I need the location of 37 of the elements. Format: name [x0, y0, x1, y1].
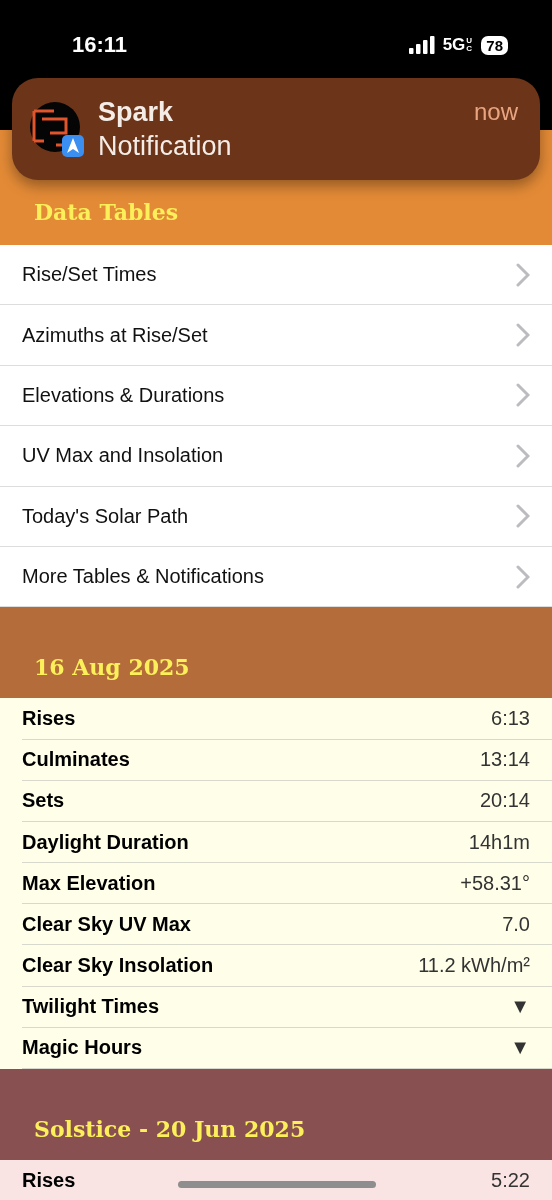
chevron-icon — [516, 323, 530, 348]
row-label: Twilight Times — [22, 995, 160, 1019]
row-value: 5:22 — [491, 1168, 530, 1192]
row-label: Rises — [22, 1168, 76, 1192]
row-value: +58.31° — [460, 871, 530, 895]
row-value: 13:14 — [479, 748, 530, 772]
row-label: Clear Sky UV Max — [22, 912, 191, 936]
row-value: 11.2 kWh/m² — [418, 954, 530, 978]
chevron-icon — [516, 443, 530, 468]
notification-message: Notification — [98, 130, 233, 163]
row-label: Magic Hours — [22, 1036, 143, 1060]
chevron-icon — [516, 564, 530, 589]
section-header: 16 Aug 2025 — [0, 607, 552, 699]
notification-time: now — [473, 98, 518, 126]
home-indicator[interactable] — [178, 1181, 376, 1188]
row-value: 6:13 — [491, 706, 530, 730]
signal-icon — [408, 36, 435, 54]
row-label: Sets — [22, 789, 65, 813]
row-value: ▼ — [510, 1036, 530, 1060]
row-value: 14h1m — [468, 830, 530, 854]
notification-title: Spark — [98, 96, 175, 129]
battery-indicator: 78 — [481, 35, 508, 55]
notification-banner[interactable]: Spark Notification now — [12, 78, 540, 180]
chevron-icon — [516, 383, 530, 408]
row-label: Daylight Duration — [22, 830, 189, 854]
row-value: 7.0 — [502, 912, 530, 936]
clock-time: 16:11 — [72, 32, 128, 58]
chevron-icon — [516, 504, 530, 529]
row-label: Max Elevation — [22, 871, 156, 895]
row-label: Culminates — [22, 748, 130, 772]
chevron-icon — [516, 262, 530, 287]
section-header: Solstice - 20 Jun 2025 — [0, 1069, 552, 1161]
row-value: ▼ — [510, 995, 530, 1019]
row-label: Rises — [22, 706, 76, 730]
row-label: Clear Sky Insolation — [22, 954, 214, 978]
row-value: 20:14 — [479, 789, 530, 813]
app-icon — [30, 101, 84, 157]
